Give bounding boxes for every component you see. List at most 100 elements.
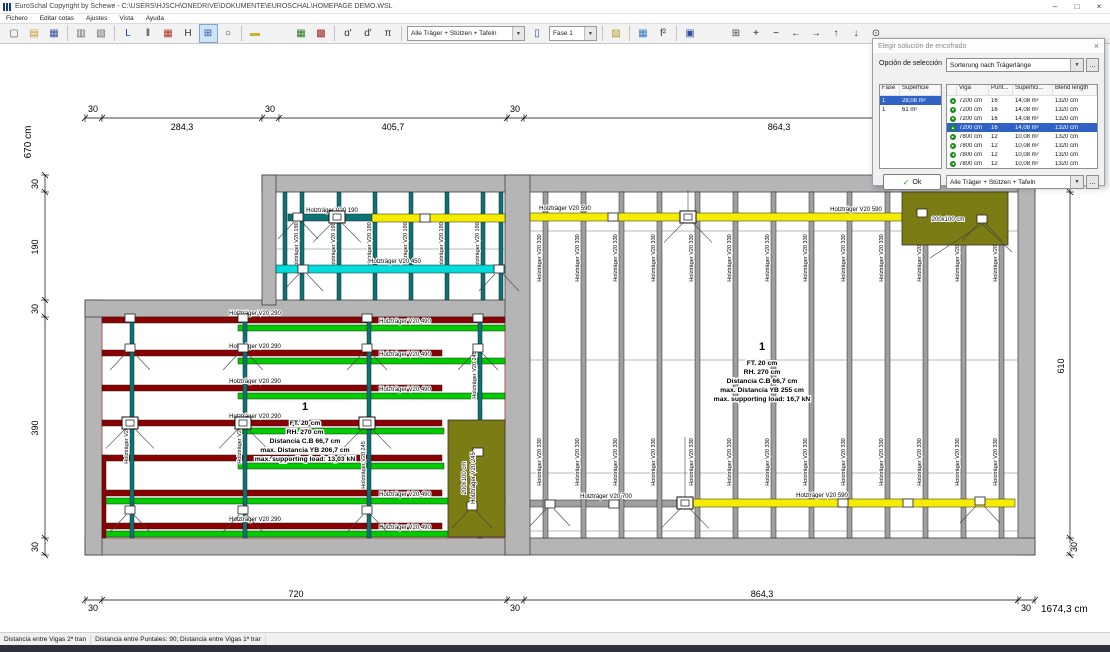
wall (85, 300, 102, 555)
dash-icon[interactable]: ▬ (246, 24, 265, 43)
list-row[interactable]: ►7800 cm1210,08 m²1320 cm (947, 141, 1097, 150)
dim-d-icon[interactable]: d' (359, 24, 378, 43)
list-cell: 10,08 m² (1013, 143, 1053, 149)
grid-table-icon[interactable]: ⊞ (199, 24, 218, 43)
prop-symbol (608, 213, 618, 221)
plan-label: Holzträger V20 490 (379, 492, 431, 498)
table-delete-icon[interactable]: ▩ (312, 24, 331, 43)
chevron-down-icon[interactable]: ▼ (512, 27, 524, 40)
list-row[interactable]: ◄7800 cm1210,08 m²1320 cm (947, 159, 1097, 168)
column-header[interactable]: Superficie (900, 85, 941, 95)
print-icon[interactable]: ▥ (72, 24, 91, 43)
list-row[interactable]: ►7800 cm1210,08 m²1320 cm (947, 132, 1097, 141)
plan-label: Holzträger V20 245 (472, 351, 478, 398)
print-preview-icon[interactable]: ▧ (92, 24, 111, 43)
list-cell: 7800 cm (957, 152, 989, 158)
axis-icon[interactable]: L (119, 24, 138, 43)
phase-doc-icon[interactable]: ▯ (528, 24, 547, 43)
view-filter-dropdown[interactable]: Alle Träger + Stützen + Tafeln▼ (407, 26, 525, 41)
dim-table-icon[interactable]: π (379, 24, 398, 43)
prop-symbol (677, 497, 693, 509)
chevron-down-icon[interactable]: ▼ (584, 27, 596, 40)
folder-icon[interactable]: ▨ (607, 24, 626, 43)
phase-list[interactable]: FaseSuperficie128,08 m²161 m² (879, 84, 942, 169)
pan-right-icon[interactable]: → (807, 24, 826, 43)
list-row[interactable]: ▼7200 cm1614,08 m²1320 cm (947, 114, 1097, 123)
pan-up-icon[interactable]: ↑ (827, 24, 846, 43)
column-header[interactable]: Fase (880, 85, 900, 95)
plan-label: 864,3 (768, 122, 791, 132)
tile-view-icon[interactable]: ⊞ (727, 24, 746, 43)
chevron-down-icon[interactable]: ▼ (1070, 176, 1083, 188)
new-file-icon[interactable]: ▢ (5, 24, 24, 43)
column-header[interactable]: Blend length (1053, 85, 1097, 95)
dim-a-icon[interactable]: ɑ' (339, 24, 358, 43)
beam (373, 192, 377, 300)
column-header[interactable]: Superfici... (1013, 85, 1053, 95)
prop-symbol (125, 506, 135, 514)
sort-browse-button[interactable]: … (1086, 58, 1099, 72)
list-cell: 7800 cm (957, 161, 989, 167)
sort-dropdown-value: Sorterung nach Trägerlänge (950, 62, 1031, 69)
list-cell: 14,08 m² (1013, 98, 1053, 104)
list-row[interactable]: 161 m² (880, 105, 941, 114)
list-row[interactable]: ◄7800 cm1210,08 m²1320 cm (947, 150, 1097, 159)
prop-symbol (298, 265, 308, 273)
column-header[interactable]: Punt... (989, 85, 1013, 95)
menu-item-editar-cotas[interactable]: Editar cotas (34, 15, 80, 22)
columns-icon[interactable]: ‖ (139, 24, 158, 43)
close-button[interactable]: × (1088, 1, 1110, 13)
list-row[interactable]: ▼7200 cm1614,08 m²1320 cm (947, 105, 1097, 114)
filter-browse-button[interactable]: … (1086, 175, 1099, 189)
formula-icon[interactable]: f² (654, 24, 673, 43)
beam (102, 498, 505, 504)
plan-label: Holzträger V20 190 (475, 222, 481, 269)
pan-down-icon[interactable]: ↓ (847, 24, 866, 43)
menu-item-ayuda[interactable]: Ayuda (140, 15, 170, 22)
ok-button-label: Ok (912, 179, 921, 186)
solution-direction-icon: ▼ (947, 107, 957, 113)
prop-symbol (362, 314, 372, 322)
blue-square-icon[interactable]: ▣ (681, 24, 700, 43)
column-header[interactable]: Viga (957, 85, 989, 95)
save-icon[interactable]: ▦ (45, 24, 64, 43)
list-row[interactable]: 128,08 m² (880, 96, 941, 105)
solution-direction-icon: ◄ (947, 152, 957, 158)
list-row[interactable]: ▲7200 cm1614,08 m²1320 cm (947, 96, 1097, 105)
minimize-button[interactable]: – (1044, 1, 1066, 13)
plan-label: Holzträger V20 190 (294, 222, 300, 269)
pan-left-icon[interactable]: ← (787, 24, 806, 43)
zoom-icon[interactable]: ○ (219, 24, 238, 43)
menu-item-fichero[interactable]: Fichero (0, 15, 34, 22)
filter-dropdown[interactable]: Alle Träger + Stützen + Tafeln ▼ (946, 175, 1084, 189)
table-add-icon[interactable]: ▦ (292, 24, 311, 43)
chevron-down-icon[interactable]: ▼ (1070, 59, 1083, 71)
beams-icon[interactable]: H (179, 24, 198, 43)
beam (657, 192, 662, 538)
solution-direction-icon: ◄ (947, 161, 957, 167)
plan-label: Holzträger V20 590 (796, 493, 848, 499)
open-file-icon[interactable]: ▤ (25, 24, 44, 43)
plan-label: Distancia C.B 66,7 cm (727, 378, 798, 385)
color-blocks-icon[interactable]: ▦ (159, 24, 178, 43)
solutions-list[interactable]: VigaPunt...Superfici...Blend length▲7200… (946, 84, 1098, 169)
zoom-out-icon[interactable]: − (767, 24, 786, 43)
plan-label: Holzträger V20 330 (727, 438, 733, 485)
prop-symbol (838, 499, 848, 507)
dialog-close-icon[interactable]: × (1094, 41, 1099, 51)
ok-button[interactable]: ✓ Ok (883, 174, 941, 190)
plan-label: Holzträger V20 330 (613, 234, 619, 281)
toolbar-separator (401, 26, 402, 41)
maximize-button[interactable]: □ (1066, 1, 1088, 13)
prop-symbol (420, 214, 430, 222)
dialog-title-bar[interactable]: Elegir solución de encofrado × (873, 39, 1104, 53)
phase-dropdown[interactable]: Fase 1▼ (549, 26, 597, 41)
plan-label: Holzträger V20 330 (917, 438, 923, 485)
color-grid-icon[interactable]: ▦ (634, 24, 653, 43)
menu-item-ajustes[interactable]: Ajustes (80, 15, 113, 22)
beam (102, 317, 505, 323)
sort-dropdown[interactable]: Sorterung nach Trägerlänge ▼ (946, 58, 1084, 72)
zoom-in-icon[interactable]: + (747, 24, 766, 43)
list-row[interactable]: ▲7200 cm1614,08 m²1320 cm (947, 123, 1097, 132)
menu-item-vista[interactable]: Vista (113, 15, 139, 22)
